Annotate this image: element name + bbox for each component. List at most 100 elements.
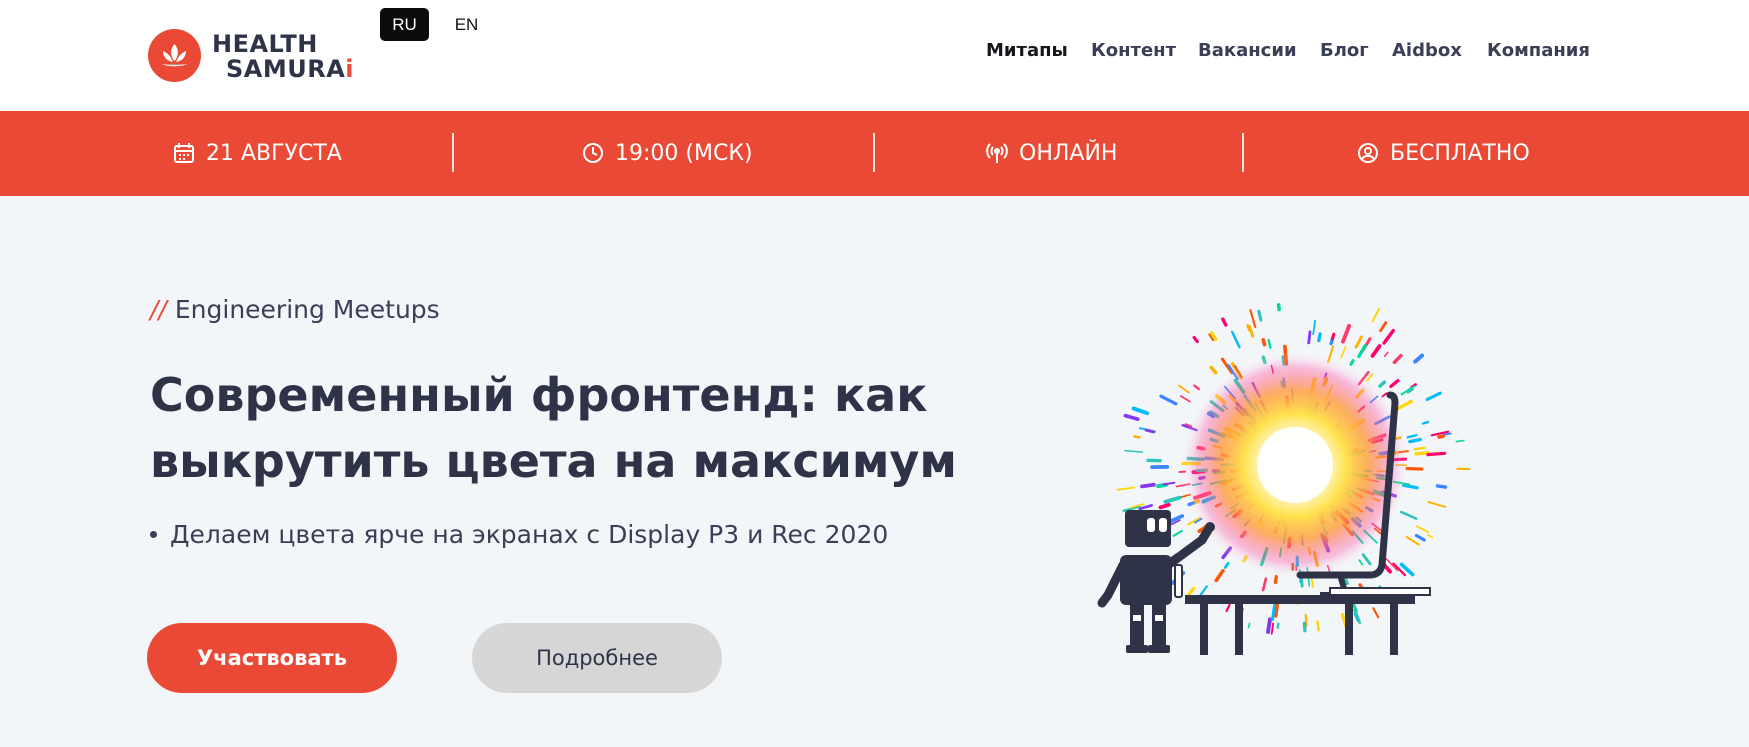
user-circle-icon — [1357, 142, 1379, 164]
confetti-streak — [1425, 391, 1442, 402]
nav-company[interactable]: Компания — [1487, 40, 1590, 64]
confetti-streak — [1266, 617, 1272, 634]
event-format-label: ОНЛАЙН — [1019, 140, 1118, 166]
confetti-streak — [1426, 534, 1434, 539]
nav-blog[interactable]: Блог — [1320, 40, 1369, 64]
confetti-streak — [1138, 504, 1153, 511]
event-time: 19:00 (МСК) — [582, 137, 753, 169]
nav-meetups[interactable]: Митапы — [986, 40, 1068, 64]
confetti-streak — [1392, 353, 1403, 365]
hero-bullet: Делаем цвета ярче на экранах с Display P… — [150, 520, 888, 549]
participate-button[interactable]: Участвовать — [147, 623, 397, 693]
event-date: 21 АВГУСТА — [173, 137, 342, 169]
lang-ru-button[interactable]: RU — [380, 8, 429, 41]
calendar-icon — [173, 142, 195, 164]
confetti-streak — [1389, 379, 1400, 389]
confetti-streak — [1437, 434, 1445, 439]
confetti-streak — [1421, 420, 1430, 425]
confetti-streak — [1270, 622, 1275, 635]
logo-line2-accent: i — [345, 55, 355, 83]
confetti-streak — [1225, 603, 1231, 613]
confetti-streak — [1123, 413, 1140, 421]
event-format: ОНЛАЙН — [986, 137, 1117, 169]
confetti-streak — [1382, 328, 1395, 345]
confetti-streak — [1163, 495, 1182, 504]
illustration-svg — [1097, 303, 1472, 656]
confetti-streak — [1435, 484, 1448, 489]
confetti-streak — [1370, 344, 1382, 358]
confetti-streak — [1317, 332, 1322, 343]
confetti-streak — [1378, 380, 1387, 388]
confetti-streak — [1354, 335, 1363, 349]
confetti-streak — [1379, 321, 1388, 333]
confetti-streak — [1209, 365, 1218, 375]
confetti-streak — [1340, 346, 1347, 359]
confetti-streak — [1131, 406, 1150, 416]
bullet-dot — [150, 531, 157, 538]
confetti-streak — [1124, 449, 1144, 453]
event-info-bar: 21 АВГУСТА 19:00 (МСК) ОНЛАЙН БЕСПЛАТНО — [0, 111, 1749, 196]
confetti-streak — [1177, 384, 1190, 394]
confetti-streak — [1214, 568, 1225, 583]
confetti-streak — [1307, 330, 1312, 345]
confetti-streak — [1415, 525, 1430, 534]
event-date-label: 21 АВГУСТА — [206, 140, 342, 166]
confetti-streak — [1179, 395, 1191, 403]
confetti-streak — [1133, 435, 1141, 439]
nav-content[interactable]: Контент — [1091, 40, 1176, 64]
hero-eyebrow: //Engineering Meetups — [150, 295, 440, 324]
confetti-streak — [1427, 501, 1447, 508]
confetti-streak — [1371, 307, 1381, 323]
event-price: БЕСПЛАТНО — [1357, 137, 1530, 169]
confetti-streak — [1186, 586, 1196, 598]
lang-en-button[interactable]: EN — [443, 8, 490, 41]
confetti-streak — [1396, 399, 1413, 411]
confetti-streak — [1330, 332, 1336, 341]
confetti-streak — [1276, 622, 1280, 629]
logo-line2: SAMURAi — [212, 57, 354, 82]
robot-monitor-illustration — [1090, 265, 1472, 656]
confetti-streak — [1383, 351, 1389, 358]
divider — [1242, 133, 1244, 172]
confetti-streak — [1405, 535, 1420, 546]
confetti-streak — [1341, 323, 1352, 344]
health-samurai-logo[interactable]: HEALTH SAMURAi — [148, 29, 354, 83]
confetti-streak — [1247, 622, 1251, 629]
divider — [452, 133, 454, 172]
hero-bullet-text: Делаем цвета ярче на экранах с Display P… — [170, 520, 889, 549]
event-time-label: 19:00 (МСК) — [615, 140, 753, 166]
site-header: HEALTH SAMURAi RU EN Митапы Контент Вака… — [0, 0, 1749, 111]
confetti-streak — [1271, 602, 1277, 621]
confetti-streak — [1144, 428, 1155, 434]
hero-title: Современный фронтенд: как выкрутить цвет… — [150, 362, 970, 494]
logo-wordmark: HEALTH SAMURAi — [212, 32, 354, 82]
confetti-streak — [1399, 510, 1418, 520]
confetti-streak — [1261, 577, 1268, 592]
nav-aidbox[interactable]: Aidbox — [1392, 40, 1462, 64]
confetti-streak — [1223, 561, 1230, 569]
confetti-streak — [1372, 607, 1380, 619]
broadcast-icon — [986, 142, 1008, 164]
confetti-streak — [1116, 486, 1136, 491]
confetti-streak — [1413, 446, 1426, 451]
confetti-streak — [1172, 529, 1183, 537]
confetti-streak — [1249, 309, 1257, 329]
confetti-streak — [1221, 317, 1228, 327]
confetti-streak — [1426, 451, 1447, 457]
confetti-streak — [1455, 439, 1465, 443]
logo-line2-main: SAMURA — [226, 55, 346, 83]
confetti-streak — [1413, 353, 1425, 364]
confetti-streak — [1312, 319, 1317, 336]
hero-title-line2: выкрутить цвета на максимум — [150, 434, 957, 488]
nav-vacancies[interactable]: Вакансии — [1198, 40, 1297, 64]
confetti-streak — [1192, 335, 1199, 344]
confetti-streak — [1257, 309, 1263, 322]
more-info-button[interactable]: Подробнее — [472, 623, 722, 693]
confetti-streak — [1140, 482, 1156, 489]
confetti-streak — [1408, 437, 1422, 444]
clock-icon — [582, 142, 604, 164]
confetti-streak — [1276, 303, 1281, 312]
confetti-streak — [1193, 384, 1201, 391]
confetti-streak — [1414, 533, 1426, 542]
eyebrow-slash-mark: // — [150, 295, 167, 324]
